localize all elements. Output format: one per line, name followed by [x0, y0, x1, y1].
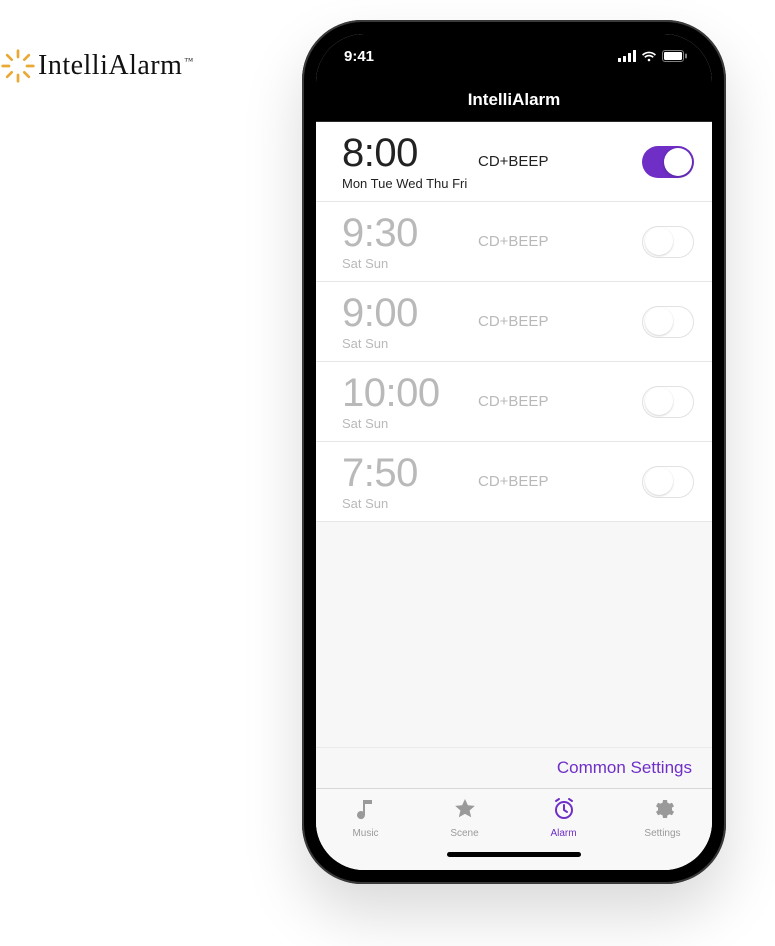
tab-label: Alarm: [550, 828, 576, 839]
alarm-days: Mon Tue Wed Thu Fri: [342, 176, 478, 191]
common-settings-label: Common Settings: [557, 758, 692, 777]
brand-logo: IntelliAlarm™: [0, 48, 194, 84]
alarm-toggle[interactable]: [642, 146, 694, 178]
tab-scene[interactable]: Scene: [415, 789, 514, 846]
alarm-time: 10:00: [342, 372, 478, 414]
music-note-icon: [353, 797, 379, 826]
alarm-days: Sat Sun: [342, 336, 478, 351]
alarm-toggle[interactable]: [642, 306, 694, 338]
alarm-type: CD+BEEP: [478, 153, 642, 170]
alarm-list[interactable]: 8:00Mon Tue Wed Thu FriCD+BEEP9:30Sat Su…: [316, 122, 712, 788]
alarm-toggle[interactable]: [642, 226, 694, 258]
alarm-row[interactable]: 9:30 Sat SunCD+BEEP: [316, 202, 712, 282]
phone-frame: 9:41 IntelliAlarm 8:00 Mon Tue Wed Thu Fr…: [302, 20, 726, 884]
alarm-toggle[interactable]: [642, 386, 694, 418]
trademark-symbol: ™: [184, 56, 193, 66]
app-title: IntelliAlarm: [468, 90, 561, 110]
alarm-time: 9:30: [342, 212, 478, 254]
battery-icon: [662, 50, 688, 62]
alarm-time: 7:50: [342, 452, 478, 494]
gear-icon: [650, 797, 676, 826]
home-indicator-area: [316, 846, 712, 870]
alarm-time: 9:00: [342, 292, 478, 334]
common-settings-link[interactable]: Common Settings: [316, 747, 712, 788]
wifi-icon: [641, 50, 657, 62]
alarm-type: CD+BEEP: [478, 233, 642, 250]
alarm-time: 8:00: [342, 132, 478, 174]
sun-icon: [0, 48, 36, 84]
app-title-bar: IntelliAlarm: [316, 78, 712, 122]
phone-notch: [421, 34, 607, 64]
tab-bar: Music Scene Alarm Settings: [316, 788, 712, 846]
alarm-row[interactable]: 10:00 Sat SunCD+BEEP: [316, 362, 712, 442]
tab-alarm[interactable]: Alarm: [514, 789, 613, 846]
tab-label: Settings: [644, 828, 680, 839]
alarm-row[interactable]: 8:00 Mon Tue Wed Thu FriCD+BEEP: [316, 122, 712, 202]
tab-label: Music: [352, 828, 378, 839]
alarm-row[interactable]: 7:50 Sat SunCD+BEEP: [316, 442, 712, 522]
alarm-toggle[interactable]: [642, 466, 694, 498]
tab-music[interactable]: Music: [316, 789, 415, 846]
statusbar-time: 9:41: [344, 48, 404, 65]
list-empty-space: [316, 522, 712, 747]
alarm-days: Sat Sun: [342, 496, 478, 511]
alarm-days: Sat Sun: [342, 256, 478, 271]
tab-settings[interactable]: Settings: [613, 789, 712, 846]
alarm-clock-icon: [551, 797, 577, 826]
cellular-signal-icon: [618, 50, 636, 62]
alarm-type: CD+BEEP: [478, 473, 642, 490]
alarm-days: Sat Sun: [342, 416, 478, 431]
brand-name: IntelliAlarm: [38, 50, 182, 81]
alarm-type: CD+BEEP: [478, 313, 642, 330]
home-indicator[interactable]: [447, 852, 581, 857]
alarm-type: CD+BEEP: [478, 393, 642, 410]
star-icon: [452, 797, 478, 826]
tab-label: Scene: [450, 828, 478, 839]
alarm-row[interactable]: 9:00 Sat SunCD+BEEP: [316, 282, 712, 362]
